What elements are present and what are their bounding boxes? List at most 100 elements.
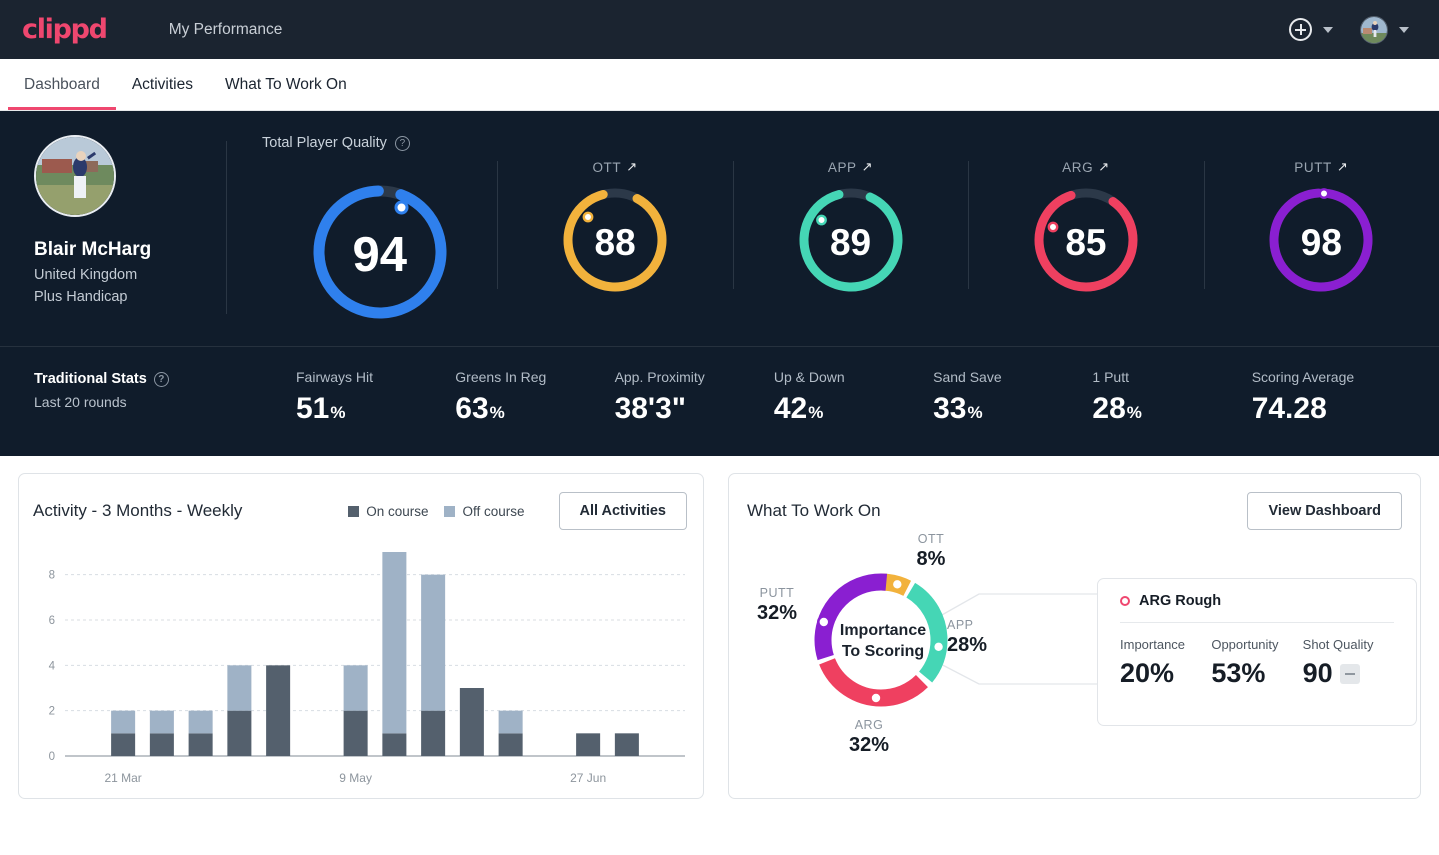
donut-center-label: Importance To Scoring [821,620,945,662]
total-player-quality-block: Total Player Quality ? 94 OTT ↗ 88 APP ↗… [226,135,1439,328]
total-player-quality-title: Total Player Quality [262,135,387,151]
brand-logo[interactable]: clippd [22,14,108,45]
traditional-stats-title: Traditional Stats [34,371,147,387]
quality-gauges: 94 OTT ↗ 88 APP ↗ 89 ARG ↗ 85 PUTT ↗ 98 [262,155,1439,328]
gauge-label-text: PUTT [1294,159,1332,175]
donut-label-value: 32% [848,734,890,756]
stat-value: 74.28 [1251,392,1327,425]
what-to-work-on-card: What To Work On View Dashboard OTT 8% AP… [728,473,1421,799]
stat-value-wrap: 28 % [1092,392,1251,426]
svg-text:0: 0 [49,751,55,763]
legend-label: On course [366,503,429,519]
gauge-putt-label: PUTT ↗ [1294,159,1348,175]
stat-value-wrap: 38'3" [615,392,774,426]
gauge-total: 94 [262,155,497,328]
legend-label: Off course [462,503,525,519]
chevron-down-icon[interactable] [1399,26,1409,33]
player-photo [36,137,114,215]
metric-value: 90 [1302,658,1333,688]
stat-label: App. Proximity [614,369,705,385]
work-card-body: OTT 8% APP 28% ARG 32% PUTT 32% Importan… [747,530,1417,800]
top-bar: clippd My Performance [0,0,1439,59]
gauge-label-text: APP [827,159,857,175]
detail-panel-title-row: ARG Rough [1120,593,1394,609]
gauge-ott-value: 88 [594,221,636,263]
avatar[interactable] [1360,15,1388,44]
top-bar-actions [1289,15,1417,44]
gauge-arg-ring: 85 [1031,185,1141,300]
stat-label: Scoring Average [1251,369,1355,385]
tab-dashboard[interactable]: Dashboard [8,59,116,110]
stat-value-wrap: 42 % [774,392,933,426]
gauge-ott-label: OTT ↗ [592,159,637,175]
legend-item-off-course: Off course [444,503,525,519]
stat-1-putt: 1 Putt 28 % [1092,369,1251,426]
stat-value: 28 [1092,392,1126,425]
user-avatar-photo [1361,16,1387,43]
gauge-app-label: APP ↗ [828,159,873,175]
stat-app-proximity: App. Proximity 38'3" [615,369,774,426]
traditional-stats-header: Traditional Stats ? Last 20 rounds [34,369,296,410]
donut-label-ott: OTT 8% [891,532,971,571]
chevron-down-icon[interactable] [1323,26,1333,33]
donut-label-value: 8% [916,548,946,570]
stat-value-wrap: 51 % [296,392,455,426]
activity-card-header: Activity - 3 Months - Weekly On course O… [33,492,687,530]
gauge-total-value: 94 [352,227,407,282]
donut-label-putt: PUTT 32% [737,586,817,625]
dash-badge-icon [1339,663,1360,684]
activity-legend: On course Off course All Activities [348,492,687,530]
gauge-arg: ARG ↗ 85 [968,155,1203,300]
metric-label: Opportunity [1211,637,1279,652]
gauge-app-value: 89 [829,221,872,263]
player-avatar[interactable] [34,135,116,217]
svg-text:9 May: 9 May [339,771,372,785]
stat-up-and-down: Up & Down 42 % [774,369,933,426]
metric-shot-quality: Shot Quality 90 [1303,637,1394,689]
detail-panel-divider [1120,622,1394,623]
help-circle-icon[interactable]: ? [394,135,410,151]
gauge-label-text: ARG [1062,159,1094,175]
donut-label-key: ARG [854,718,884,732]
player-name: Blair McHarg [34,239,152,260]
gauge-ott: OTT ↗ 88 [497,155,732,300]
traditional-stats-subtitle: Last 20 rounds [34,394,127,410]
hero-top-row: Blair McHarg United Kingdom Plus Handica… [0,111,1439,346]
trend-up-icon: ↗ [1336,159,1349,174]
donut-center-line1: Importance [839,622,927,639]
total-player-quality-header: Total Player Quality ? [262,135,1439,151]
stat-unit: % [808,403,824,422]
stat-value-wrap: 33 % [933,392,1092,426]
player-profile: Blair McHarg United Kingdom Plus Handica… [0,135,226,328]
tab-label: Activities [131,75,193,93]
trend-up-icon: ↗ [626,159,638,174]
donut-label-key: OTT [917,532,945,546]
view-dashboard-button[interactable]: View Dashboard [1247,492,1402,530]
activity-bar-chart[interactable]: 0 2 4 6 8 21 Mar 9 May 27 Jun [33,544,687,799]
plus-circle-icon[interactable] [1289,18,1312,41]
stat-label: Greens In Reg [455,369,547,385]
activity-card: Activity - 3 Months - Weekly On course O… [18,473,704,799]
work-card-header: What To Work On View Dashboard [747,492,1402,530]
help-circle-icon[interactable]: ? [153,371,169,387]
stat-unit: % [967,403,983,422]
stat-fairways-hit: Fairways Hit 51 % [296,369,455,426]
tab-activities[interactable]: Activities [116,59,209,110]
tab-what-to-work-on[interactable]: What To Work On [209,59,363,110]
tab-label: What To Work On [224,75,347,93]
gauge-label-text: OTT [592,159,622,175]
stat-value: 63 [455,392,489,425]
gauge-arg-value: 85 [1065,221,1107,263]
stat-sand-save: Sand Save 33 % [933,369,1092,426]
donut-center-line2: To Scoring [841,643,925,661]
stat-unit: % [489,403,505,422]
player-country: United Kingdom [34,267,138,283]
metric-label: Importance [1120,637,1186,652]
gauge-putt-value: 98 [1300,221,1342,263]
all-activities-button[interactable]: All Activities [558,492,687,530]
metric-value: 20% [1120,658,1175,688]
stat-value: 51 [296,392,330,425]
trend-up-icon: ↗ [861,159,874,174]
stat-label: Up & Down [773,369,845,385]
detail-panel-metrics: Importance 20% Opportunity 53% Shot Qual… [1120,637,1394,689]
